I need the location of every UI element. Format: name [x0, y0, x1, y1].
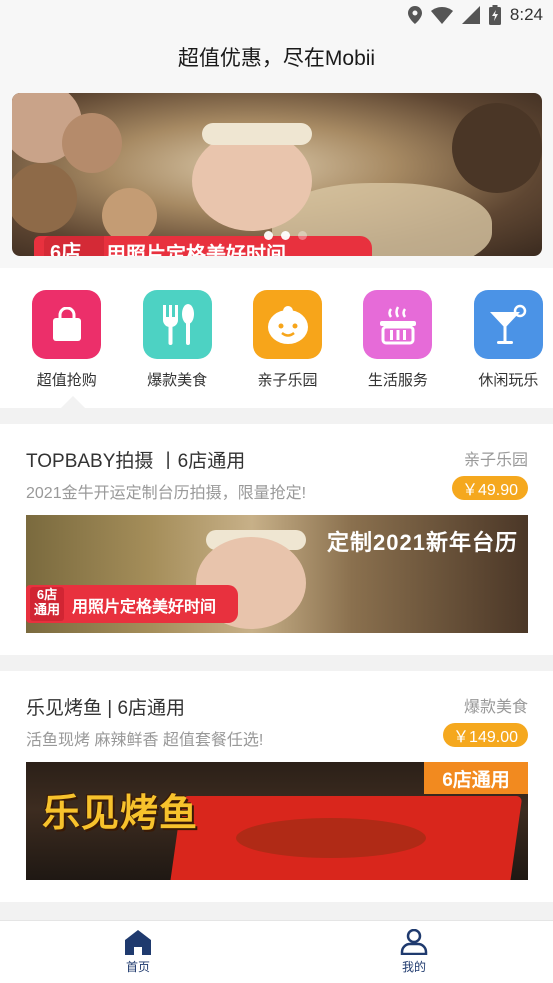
category-item-food[interactable]: 爆款美食 [132, 290, 221, 390]
headband-shape [202, 123, 312, 145]
deal-image-corner-tag: 6店通用 [424, 762, 528, 794]
status-icons: 8:24 [407, 5, 543, 25]
banner-carousel[interactable]: 6店 用照片定格美好时间 [12, 93, 542, 256]
price-badge: ￥149.00 [443, 723, 528, 747]
banner-tag: 6店 用照片定格美好时间 [34, 236, 372, 256]
carousel-dot[interactable] [298, 231, 307, 240]
deal-image-tag: 6店 通用 用照片定格美好时间 [26, 585, 238, 623]
category-icon-tile [253, 290, 323, 359]
deal-subtitle: 活鱼现烤 麻辣鲜香 超值套餐任选! [26, 732, 264, 749]
tab-profile[interactable]: 我的 [354, 929, 474, 975]
status-time: 8:24 [509, 5, 543, 24]
signal-icon [461, 6, 480, 24]
tab-home[interactable]: 首页 [78, 929, 198, 975]
deal-image-tag-text: 用照片定格美好时间 [72, 599, 217, 616]
flower-decoration [452, 103, 542, 193]
app-header: 超值优惠，尽在Mobii [0, 32, 553, 82]
category-label: 休闲玩乐 [478, 372, 539, 389]
carousel-dot[interactable] [281, 231, 290, 240]
category-list: 超值抢购 爆款美食 亲子乐园 生活服务 休闲玩乐 [0, 290, 553, 390]
hot-basket-icon [379, 305, 416, 344]
status-bar: 8:24 [0, 0, 553, 32]
chili-topping-shape [236, 818, 426, 858]
banner-tag-number: 6店 [44, 236, 104, 256]
carousel-dot[interactable] [264, 231, 273, 240]
fork-spoon-icon [163, 303, 195, 345]
category-item-deals[interactable]: 超值抢购 [22, 290, 111, 390]
flower-decoration [62, 113, 122, 173]
home-icon [125, 930, 151, 955]
category-icon-tile [142, 290, 212, 359]
bottom-tab-bar: 首页 我的 [0, 920, 553, 983]
baby-photo [192, 131, 312, 231]
deal-category: 爆款美食 [463, 699, 528, 716]
category-label: 亲子乐园 [257, 372, 318, 389]
category-label: 爆款美食 [147, 372, 208, 389]
deal-image[interactable]: 乐见烤鱼 6店通用 [26, 762, 528, 880]
banner-tag-text: 用照片定格美好时间 [106, 244, 286, 256]
cocktail-icon [490, 304, 527, 344]
flower-decoration [102, 188, 157, 243]
deal-image-tag-number: 6店 通用 [30, 587, 64, 621]
page-title: 超值优惠，尽在Mobii [177, 47, 376, 70]
location-icon [407, 6, 422, 24]
category-item-leisure[interactable]: 休闲玩乐 [464, 290, 553, 390]
deal-card[interactable]: 乐见烤鱼 | 6店通用 爆款美食 活鱼现烤 麻辣鲜香 超值套餐任选! ￥149.… [0, 671, 553, 902]
category-panel: 超值抢购 爆款美食 亲子乐园 生活服务 休闲玩乐 [0, 268, 553, 408]
category-item-services[interactable]: 生活服务 [353, 290, 442, 390]
category-icon-tile [473, 290, 543, 359]
deal-image-headline: 定制2021新年台历 [327, 530, 518, 555]
carousel-indicator [264, 231, 307, 240]
active-category-pointer [61, 396, 85, 408]
category-label: 生活服务 [367, 372, 428, 389]
category-label: 超值抢购 [36, 372, 97, 389]
deal-card[interactable]: TOPBABY拍摄 丨6店通用 亲子乐园 2021金牛开运定制台历拍摄，限量抢定… [0, 424, 553, 655]
user-icon [400, 929, 428, 955]
wifi-icon [430, 6, 453, 24]
category-icon-tile [363, 290, 433, 359]
baby-face-icon [267, 305, 308, 344]
deal-title: TOPBABY拍摄 丨6店通用 [26, 451, 246, 472]
shopping-bag-icon [52, 306, 81, 341]
category-icon-tile [32, 290, 102, 359]
battery-icon [488, 5, 501, 25]
deal-subtitle: 2021金牛开运定制台历拍摄，限量抢定! [26, 485, 307, 502]
category-item-kids[interactable]: 亲子乐园 [243, 290, 332, 390]
deal-title: 乐见烤鱼 | 6店通用 [26, 698, 186, 719]
deal-category: 亲子乐园 [463, 452, 528, 469]
flower-decoration [12, 163, 77, 233]
price-badge: ￥49.90 [451, 476, 528, 500]
restaurant-logo: 乐见烤鱼 [42, 793, 199, 835]
tab-label: 首页 [125, 960, 150, 974]
deal-image[interactable]: 定制2021新年台历 6店 通用 用照片定格美好时间 [26, 515, 528, 633]
tab-label: 我的 [401, 960, 426, 974]
